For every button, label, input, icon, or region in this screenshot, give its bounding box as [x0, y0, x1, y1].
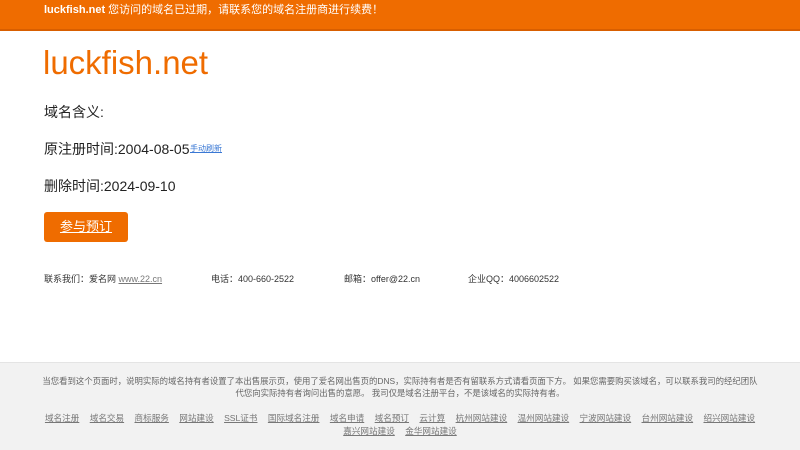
footer: 当您看到这个页面时，说明实际的域名持有者设置了本出售展示页，使用了爱名网出售页的…	[0, 362, 800, 450]
footer-link[interactable]: 宁波网站建设	[580, 413, 632, 423]
footer-link[interactable]: 嘉兴网站建设	[343, 426, 395, 436]
contact-us: 联系我们：爱名网 www.22.cn	[44, 272, 162, 285]
footer-link[interactable]: 温州网站建设	[518, 413, 570, 423]
footer-link[interactable]: 商标服务	[135, 413, 169, 423]
footer-link[interactable]: 域名申请	[330, 413, 364, 423]
manual-refresh-link[interactable]: 手动刷新	[190, 143, 222, 154]
banner-domain: luckfish.net	[44, 4, 106, 16]
banner-message: 您访问的域名已过期，请联系您的域名注册商进行续费！	[105, 4, 384, 16]
footer-link[interactable]: 域名注册	[45, 413, 79, 423]
contact-qq: 企业QQ：4006602522	[468, 274, 560, 284]
footer-link[interactable]: 域名交易	[90, 413, 124, 423]
contact-phone: 电话：400-660-2522	[211, 274, 295, 284]
contact-us-label: 联系我们：爱名网	[44, 274, 119, 284]
footer-link[interactable]: 云计算	[419, 413, 445, 423]
reserve-button[interactable]: 参与预订	[44, 212, 128, 242]
footer-link[interactable]: 金华网站建设	[405, 426, 457, 436]
footer-link[interactable]: SSL证书	[224, 413, 257, 423]
deletion-date: 删除时间:2024-09-10	[44, 178, 176, 194]
footer-link[interactable]: 网站建设	[179, 413, 213, 423]
contact-email: 邮箱：offer@22.cn	[344, 274, 420, 284]
expired-banner-text: luckfish.net 您访问的域名已过期，请联系您的域名注册商进行续费！	[44, 1, 383, 17]
footer-link[interactable]: 国际域名注册	[268, 413, 320, 423]
contact-site-link[interactable]: www.22.cn	[119, 274, 163, 284]
registration-date: 原注册时间:2004-08-05	[44, 141, 190, 157]
expired-banner: luckfish.net 您访问的域名已过期，请联系您的域名注册商进行续费！	[0, 0, 800, 31]
domain-meaning: 域名含义:	[44, 104, 104, 120]
footer-link[interactable]: 台州网站建设	[642, 413, 694, 423]
domain-title: luckfish.net	[43, 44, 209, 81]
footer-link[interactable]: 杭州网站建设	[456, 413, 508, 423]
footer-notice: 当您看到这个页面时，说明实际的域名持有者设置了本出售展示页，使用了爱名网出售页的…	[42, 376, 758, 398]
footer-links: 域名注册 域名交易 商标服务 网站建设 SSL证书 国际域名注册 域名申请 域名…	[40, 412, 760, 438]
footer-link[interactable]: 域名预订	[375, 413, 409, 423]
footer-link[interactable]: 绍兴网站建设	[703, 413, 755, 423]
